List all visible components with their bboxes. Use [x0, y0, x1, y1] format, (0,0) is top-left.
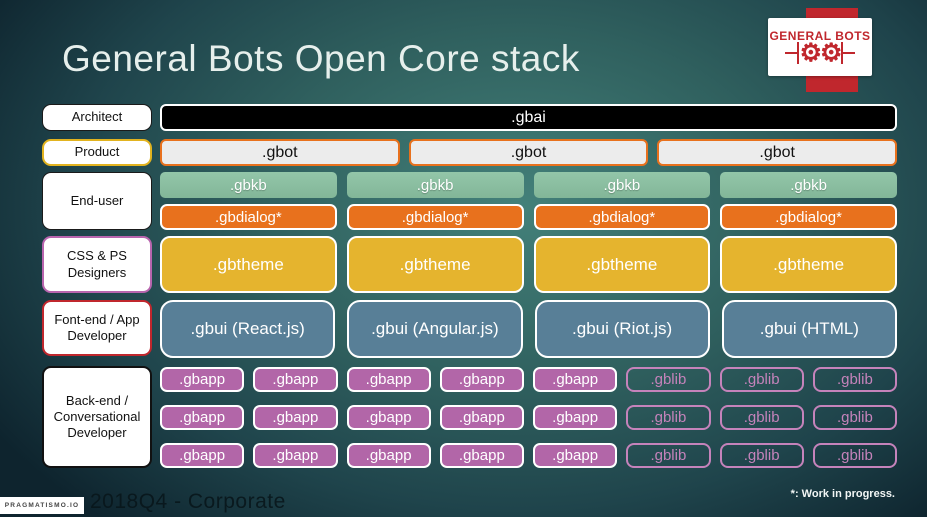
gblib-box: .gblib — [719, 443, 804, 468]
gbapp-box: .gbapp — [533, 367, 618, 392]
gbdialog-box: .gbdialog* — [346, 204, 524, 230]
gbapp-box: .gbapp — [160, 405, 245, 430]
gbtheme-box: .gbtheme — [346, 236, 524, 293]
gbapp-box: .gbapp — [346, 367, 431, 392]
gbot-box: .gbot — [657, 139, 898, 166]
gbui-riot-box: .gbui (Riot.js) — [534, 300, 710, 358]
gbai-box: .gbai — [160, 104, 897, 131]
gear-glyphs-icon: ⚙⚙ — [799, 39, 843, 67]
row-gbai: .gbai — [160, 104, 897, 131]
gbot-box: .gbot — [160, 139, 400, 166]
gbtheme-box: .gbtheme — [533, 236, 711, 293]
gbapp-box: .gbapp — [439, 405, 524, 430]
general-bots-logo: GENERAL BOTS ⚙⚙ — [768, 18, 872, 76]
gbui-angular-box: .gbui (Angular.js) — [347, 300, 523, 358]
gbapp-box: .gbapp — [533, 405, 618, 430]
gbdialog-box: .gbdialog* — [533, 204, 711, 230]
slide-title: General Bots Open Core stack — [62, 38, 580, 79]
work-in-progress-note: *: Work in progress. — [790, 488, 895, 500]
role-label-back-end-conversational-developer: Back-end / Conversational Developer — [42, 366, 152, 468]
gbtheme-box: .gbtheme — [160, 236, 337, 293]
row-gbtheme: .gbtheme .gbtheme .gbtheme .gbtheme — [160, 236, 897, 293]
gbdialog-box: .gbdialog* — [720, 204, 897, 230]
gbui-react-box: .gbui (React.js) — [160, 300, 336, 358]
gbapp-box: .gbapp — [160, 443, 245, 468]
gbapp-box: .gbapp — [253, 443, 338, 468]
role-label-end-user: End-user — [42, 172, 152, 230]
gbkb-box: .gbkb — [160, 172, 337, 198]
role-label-product: Product — [42, 139, 152, 166]
gbapp-box: .gbapp — [253, 367, 338, 392]
gblib-box: .gblib — [812, 367, 897, 392]
role-label-architect: Architect — [42, 104, 152, 131]
gblib-box: .gblib — [626, 443, 711, 468]
gears-icon: ⚙⚙ — [784, 39, 856, 67]
row-gbot: .gbot .gbot .gbot — [160, 139, 898, 166]
gblib-box: .gblib — [812, 405, 897, 430]
role-label-css-ps-designers: CSS & PS Designers — [42, 236, 152, 293]
gbkb-box: .gbkb — [346, 172, 524, 198]
role-label-front-end-app-developer: Font-end / App Developer — [42, 300, 152, 356]
gbapp-box: .gbapp — [439, 443, 524, 468]
gblib-box: .gblib — [626, 405, 711, 430]
gblib-box: .gblib — [719, 405, 804, 430]
row-backend-1: .gbapp .gbapp .gbapp .gbapp .gbapp .gbli… — [160, 367, 897, 392]
gbapp-box: .gbapp — [346, 443, 431, 468]
row-gbui: .gbui (React.js) .gbui (Angular.js) .gbu… — [160, 300, 897, 358]
gblib-box: .gblib — [719, 367, 804, 392]
row-gbkb: .gbkb .gbkb .gbkb .gbkb — [160, 172, 897, 198]
gbtheme-box: .gbtheme — [720, 236, 897, 293]
gbkb-box: .gbkb — [533, 172, 711, 198]
gbui-html-box: .gbui (HTML) — [721, 300, 897, 358]
gbkb-box: .gbkb — [720, 172, 897, 198]
gblib-box: .gblib — [812, 443, 897, 468]
gear-right-tick — [843, 52, 856, 54]
gblib-box: .gblib — [626, 367, 711, 392]
row-backend-3: .gbapp .gbapp .gbapp .gbapp .gbapp .gbli… — [160, 443, 897, 468]
gear-left-tick — [784, 52, 797, 54]
footer-caption: 2018Q4 - Corporate — [90, 490, 286, 513]
row-gbdialog: .gbdialog* .gbdialog* .gbdialog* .gbdial… — [160, 204, 897, 230]
gbapp-box: .gbapp — [253, 405, 338, 430]
pragmatismo-brand-badge: PRAGMATISMO.IO — [0, 497, 84, 514]
gbapp-box: .gbapp — [439, 367, 524, 392]
gbapp-box: .gbapp — [346, 405, 431, 430]
gbdialog-box: .gbdialog* — [160, 204, 337, 230]
row-backend-2: .gbapp .gbapp .gbapp .gbapp .gbapp .gbli… — [160, 405, 897, 430]
gbot-box: .gbot — [408, 139, 649, 166]
gbapp-box: .gbapp — [160, 367, 245, 392]
gbapp-box: .gbapp — [533, 443, 618, 468]
